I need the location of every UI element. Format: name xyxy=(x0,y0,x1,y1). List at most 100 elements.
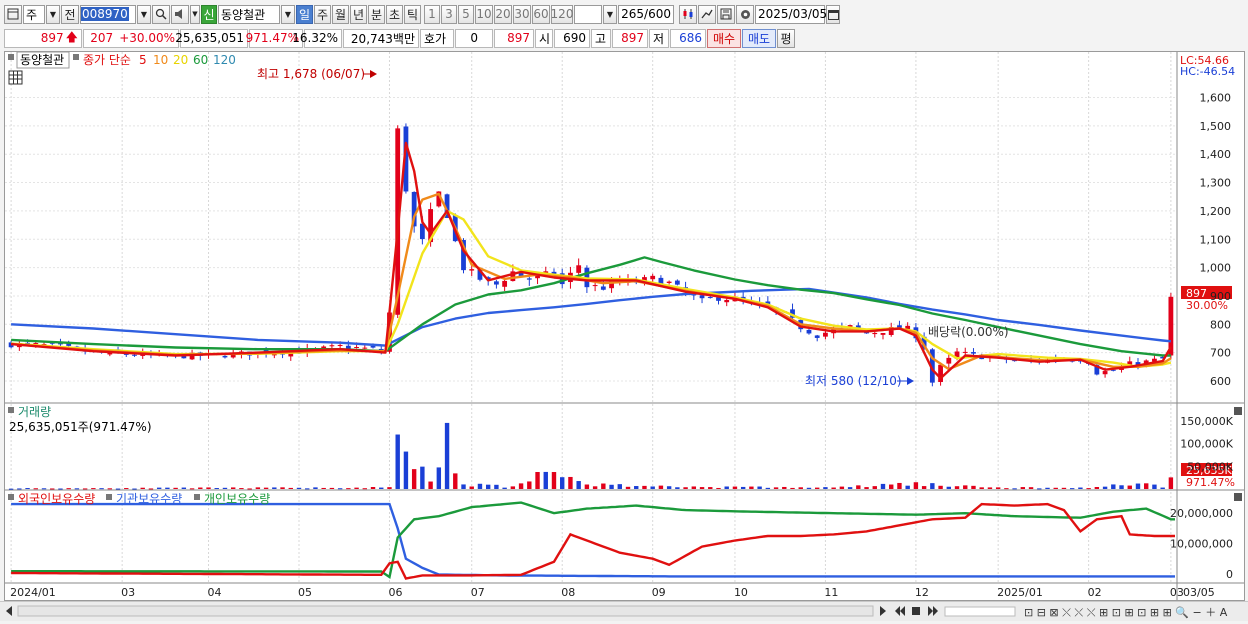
period-button[interactable]: 일 xyxy=(296,4,313,24)
volume-bar xyxy=(33,488,38,490)
candle-body xyxy=(650,275,656,280)
table-view-icon[interactable] xyxy=(8,70,23,85)
candle-type-button[interactable] xyxy=(679,4,697,24)
tool-icons[interactable]: ⊡ ⊟ ⊠ ⤬ ⤬ ⤬ ⊞ ⊡ ⊞ ⊡ ⊞ ⊞ 🔍 − ＋ A xyxy=(1024,605,1228,619)
settings-button[interactable] xyxy=(736,4,754,24)
period-label: 초 xyxy=(388,7,401,22)
volume-bar xyxy=(889,484,894,489)
candle-body xyxy=(494,281,499,285)
code-dropdown[interactable]: ▼ xyxy=(137,4,151,24)
prev-stock-button[interactable]: 전 xyxy=(61,4,79,24)
individual-legend: 개인보유수량 xyxy=(204,492,270,506)
count-input[interactable]: 265/600 xyxy=(618,4,674,24)
candlestick-icon xyxy=(683,9,693,19)
period-button[interactable]: 주 xyxy=(314,4,331,24)
chevron-down-icon: ▼ xyxy=(284,9,292,19)
screen-menu-button[interactable] xyxy=(4,4,22,24)
main-toolbar: 주 ▼ 전 008970 ▼ ▼ 신 동양철관 ▼ 일주월년분초틱 1 3 5 10 2… xyxy=(0,2,1248,26)
speaker-button[interactable] xyxy=(171,4,189,24)
drawing-tool-button[interactable] xyxy=(698,4,716,24)
volume-bar xyxy=(979,487,984,489)
fast-forward-icon[interactable] xyxy=(928,606,933,616)
sell-button[interactable]: 매도 xyxy=(742,28,776,48)
panel-marker-icon xyxy=(194,494,200,500)
low-label-text: 저 xyxy=(653,31,665,46)
search-button[interactable] xyxy=(152,4,170,24)
period-button[interactable]: 초 xyxy=(386,4,403,24)
chart-area[interactable]: 동양철관 종가 단순 5 10 20 60 120 LC:54.66 HC:-4… xyxy=(4,51,1245,601)
volume-bar xyxy=(560,477,565,489)
gear-icon xyxy=(740,9,750,19)
moving-average-lines xyxy=(10,141,1172,380)
volume-bar xyxy=(91,488,96,490)
play-controls[interactable] xyxy=(895,606,938,616)
interval-custom-input[interactable] xyxy=(574,4,602,24)
candle-body xyxy=(872,332,878,335)
period-button[interactable]: 년 xyxy=(350,4,367,24)
period-button[interactable]: 분 xyxy=(368,4,385,24)
x-axis-tick: 02 xyxy=(1088,586,1102,599)
eval-button[interactable]: 평 xyxy=(777,28,795,48)
volume-bar xyxy=(568,476,573,489)
buy-button[interactable]: 매수 xyxy=(707,28,741,48)
volume-bar xyxy=(765,487,771,489)
market-dropdown[interactable]: ▼ xyxy=(46,4,60,24)
date-input[interactable]: 2025/03/05 xyxy=(755,4,827,24)
calendar-button[interactable] xyxy=(826,4,840,24)
bottom-scrollbar[interactable]: ⊡ ⊟ ⊠ ⤬ ⤬ ⤬ ⊞ ⊡ ⊞ ⊡ ⊞ ⊞ 🔍 − ＋ A xyxy=(0,601,1248,621)
volume-bar xyxy=(642,485,647,489)
volume-bar xyxy=(107,488,113,490)
volume-bar xyxy=(1020,487,1026,489)
stock-code-input[interactable]: 008970 xyxy=(80,4,136,24)
volume-bar xyxy=(831,487,836,489)
holdings-lines xyxy=(11,501,1175,580)
interval-dropdown[interactable]: ▼ xyxy=(603,4,617,24)
stop-icon[interactable] xyxy=(912,607,920,615)
interval-button[interactable]: 3 xyxy=(441,4,457,24)
volume-bar xyxy=(724,486,729,489)
interval-button[interactable]: 20 xyxy=(494,4,512,24)
volume-bar xyxy=(1045,487,1050,489)
scroll-right-icon[interactable] xyxy=(880,606,886,616)
interval-button[interactable]: 5 xyxy=(458,4,474,24)
stock-name-dropdown[interactable]: ▼ xyxy=(281,4,295,24)
high-label-text: 고 xyxy=(595,31,607,46)
buy-label: 매수 xyxy=(712,31,736,46)
rewind-icon[interactable] xyxy=(895,606,900,616)
period-label: 년 xyxy=(352,7,365,22)
interval-button[interactable]: 10 xyxy=(475,4,493,24)
chevron-down-icon: ▼ xyxy=(192,10,198,18)
open-value-text: 690 xyxy=(563,31,586,45)
candle-body xyxy=(222,355,228,358)
interval-button[interactable]: 1 xyxy=(424,4,440,24)
x-axis-tick: 03 xyxy=(121,586,135,599)
volume-bar xyxy=(634,486,639,489)
x-axis-tick: 2025/01 xyxy=(997,586,1043,599)
interval-button[interactable]: 120 xyxy=(551,4,573,24)
volume-axis-tick: 150,000K xyxy=(1180,415,1233,428)
scroll-left-icon[interactable] xyxy=(6,606,12,616)
candle-body xyxy=(707,297,713,299)
volume-bar xyxy=(50,488,55,490)
interval-button[interactable]: 30 xyxy=(513,4,531,24)
volume-bar xyxy=(239,488,244,490)
volume-bar xyxy=(913,482,919,489)
volume-bar xyxy=(790,487,795,489)
zoom-slider[interactable] xyxy=(944,606,1016,617)
period-button[interactable]: 월 xyxy=(332,4,349,24)
speaker-dropdown[interactable]: ▼ xyxy=(190,4,200,24)
volume-bar xyxy=(1053,487,1058,489)
panel-close-icon[interactable] xyxy=(1234,407,1242,415)
volume-bar xyxy=(1168,477,1174,489)
save-button[interactable] xyxy=(717,4,735,24)
volume-value-label: 25,635,051주(971.47%) xyxy=(9,420,152,434)
interval-button[interactable]: 60 xyxy=(532,4,550,24)
volume-bar xyxy=(428,481,433,489)
panel-marker-icon xyxy=(8,407,14,413)
candle-body xyxy=(971,352,976,354)
market-select[interactable]: 주 xyxy=(23,4,45,24)
panel-close-icon[interactable] xyxy=(1234,493,1242,501)
chart-canvas[interactable]: 동양철관 종가 단순 5 10 20 60 120 LC:54.66 HC:-4… xyxy=(5,51,1244,600)
scroll-track[interactable] xyxy=(17,605,874,617)
period-button[interactable]: 틱 xyxy=(404,4,421,24)
